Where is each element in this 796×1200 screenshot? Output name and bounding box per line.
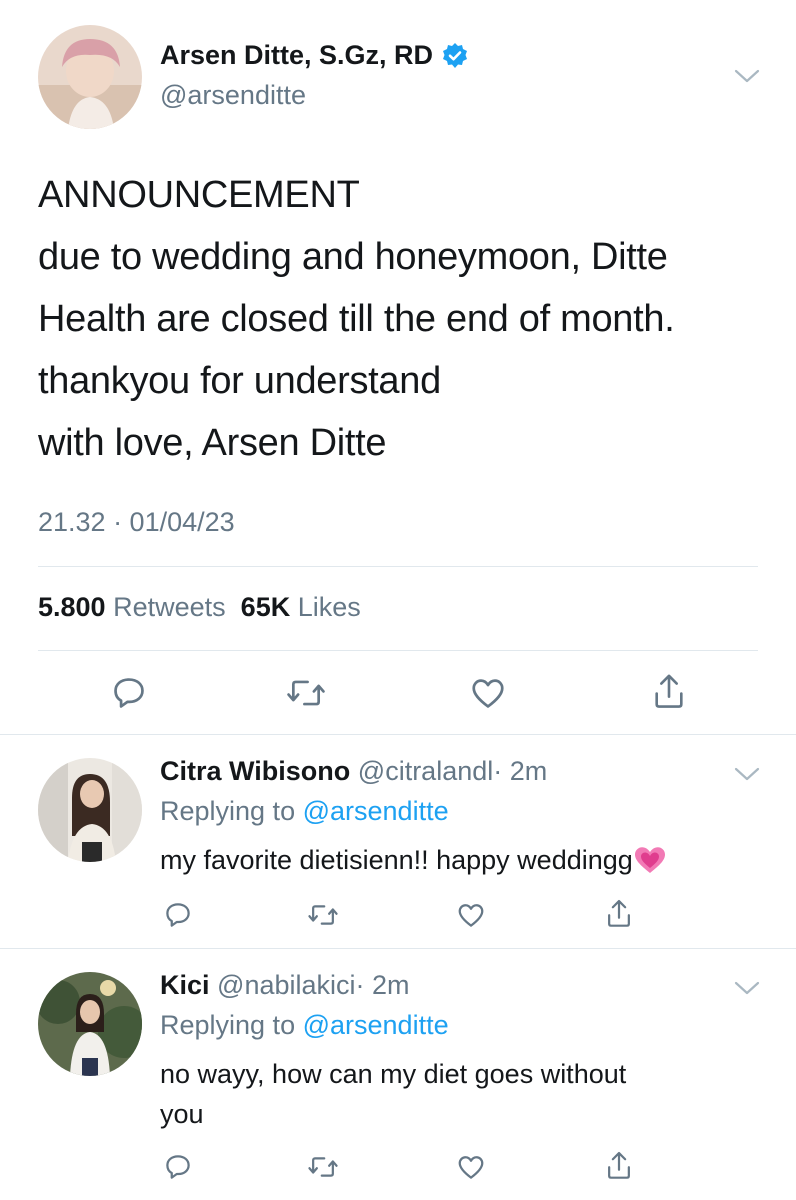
retweet-icon[interactable] (285, 674, 327, 712)
reply-text-line: you (160, 1099, 204, 1129)
likes-stat[interactable]: 65K Likes (241, 592, 361, 622)
tweet-body: ANNOUNCEMENT due to wedding and honeymoo… (38, 164, 778, 474)
reply-text: no wayy, how can my diet goes without yo… (160, 1054, 760, 1134)
retweet-icon[interactable] (307, 900, 339, 930)
likes-count: 65K (240, 592, 291, 622)
replying-prefix: Replying to (160, 796, 296, 826)
reply-time: · 2m (355, 970, 410, 1000)
pink-heart-emoji (633, 845, 667, 875)
divider (38, 566, 758, 567)
reply-author-handle[interactable]: @citralandl (358, 756, 493, 786)
retweets-count: 5.800 (38, 592, 106, 622)
replying-mention[interactable]: @arsenditte (303, 1010, 449, 1040)
like-icon[interactable] (469, 674, 507, 712)
reply-header: Kici @nabilakici· 2m (160, 970, 410, 1001)
reply-author-avatar[interactable] (38, 758, 142, 862)
reply-text: my favorite dietisienn!! happy weddingg (160, 840, 760, 880)
main-tweet: Arsen Ditte, S.Gz, RD @arsenditte ANNOUN… (0, 0, 796, 735)
share-icon[interactable] (604, 1150, 634, 1182)
replying-to: Replying to @arsenditte (160, 1010, 449, 1041)
replying-to: Replying to @arsenditte (160, 796, 449, 827)
share-icon[interactable] (650, 672, 688, 712)
tweet-body-line: ANNOUNCEMENT (38, 174, 360, 216)
main-author-name[interactable]: Arsen Ditte, S.Gz, RD (160, 40, 433, 71)
reply-text-content: my favorite dietisienn!! happy weddingg (160, 845, 633, 875)
tweet-body-line: due to wedding and honeymoon, Ditte (38, 236, 668, 278)
reply-time: · 2m (493, 756, 548, 786)
reply-author-handle[interactable]: @nabilakici (217, 970, 355, 1000)
tweet-body-line: Health are closed till the end of month. (38, 298, 675, 340)
reply-text-line: no wayy, how can my diet goes without (160, 1059, 627, 1089)
reply-author-name[interactable]: Citra Wibisono (160, 756, 350, 786)
main-author-avatar[interactable] (38, 25, 142, 129)
reply-author-name[interactable]: Kici (160, 970, 210, 1000)
tweet-stats: 5.800 Retweets 65K Likes (38, 592, 361, 623)
main-author-row: Arsen Ditte, S.Gz, RD (160, 40, 469, 71)
like-icon[interactable] (456, 900, 486, 930)
replying-mention[interactable]: @arsenditte (303, 796, 449, 826)
retweets-label: Retweets (113, 592, 226, 622)
reply-icon[interactable] (163, 900, 193, 930)
reply-icon[interactable] (110, 674, 148, 712)
chevron-down-icon[interactable] (734, 766, 760, 782)
reply-tweet[interactable]: Citra Wibisono @citralandl· 2m Replying … (0, 736, 796, 949)
likes-label: Likes (297, 592, 361, 622)
divider (38, 650, 758, 651)
tweet-timestamp[interactable]: 21.32 · 01/04/23 (38, 507, 235, 538)
tweet-body-line: with love, Arsen Ditte (38, 422, 387, 464)
reply-icon[interactable] (163, 1152, 193, 1182)
chevron-down-icon[interactable] (734, 980, 760, 996)
verified-badge-icon (441, 42, 469, 70)
reply-header: Citra Wibisono @citralandl· 2m (160, 756, 547, 787)
reply-author-avatar[interactable] (38, 972, 142, 1076)
retweet-icon[interactable] (307, 1152, 339, 1182)
replying-prefix: Replying to (160, 1010, 296, 1040)
like-icon[interactable] (456, 1152, 486, 1182)
reply-tweet[interactable]: Kici @nabilakici· 2m Replying to @arsend… (0, 950, 796, 1200)
share-icon[interactable] (604, 898, 634, 930)
chevron-down-icon[interactable] (734, 68, 760, 84)
retweets-stat[interactable]: 5.800 Retweets (38, 592, 226, 622)
tweet-body-line: thankyou for understand (38, 360, 441, 402)
main-author-handle[interactable]: @arsenditte (160, 80, 306, 111)
